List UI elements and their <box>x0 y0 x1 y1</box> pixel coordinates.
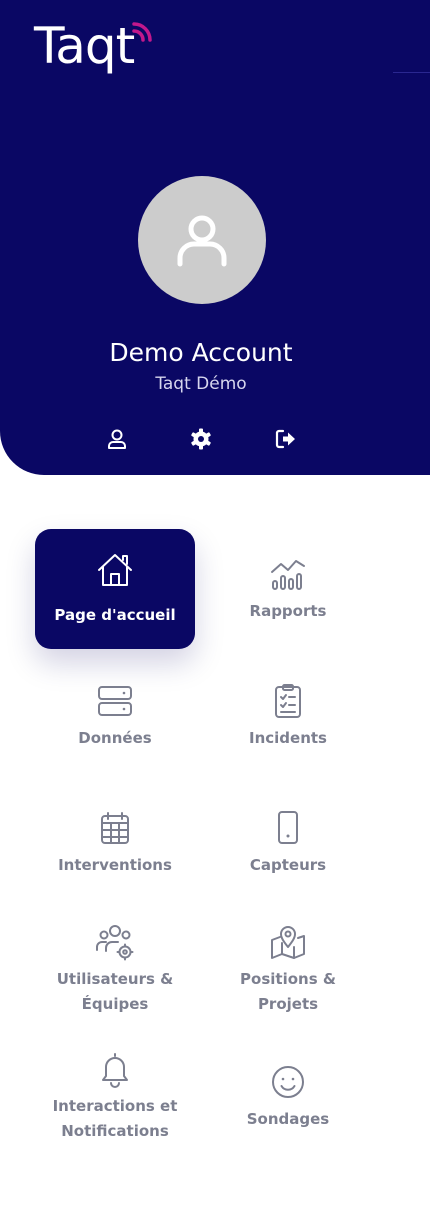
profile-button[interactable] <box>105 427 129 451</box>
settings-button[interactable] <box>189 427 213 451</box>
calendar-icon <box>96 809 134 847</box>
menu-item-notifications[interactable]: Interactions et Notifications <box>35 1037 195 1157</box>
menu-item-label: Interventions <box>58 855 172 874</box>
menu-item-users-teams[interactable]: Utilisateurs & Équipes <box>35 910 195 1030</box>
logout-icon <box>275 429 295 449</box>
taqt-logo[interactable]: Taqt <box>34 16 135 76</box>
device-icon <box>269 809 307 847</box>
menu-item-incidents[interactable]: Incidents <box>208 656 368 776</box>
menu-item-label: Incidents <box>249 728 327 747</box>
menu-item-label: Utilisateurs & Équipes <box>56 970 174 1013</box>
menu-item-label: Rapports <box>249 601 327 620</box>
database-icon <box>96 682 134 720</box>
menu-item-positions-projects[interactable]: Positions & Projets <box>208 910 368 1030</box>
profile-header: Taqt Demo Account Taqt Démo <box>0 0 430 475</box>
gear-icon <box>191 428 211 450</box>
menu-item-data[interactable]: Données <box>35 656 195 776</box>
menu-item-label: Positions & Projets <box>240 970 336 1013</box>
menu-item-home[interactable]: Page d'accueil <box>35 529 195 649</box>
chart-icon <box>269 555 307 593</box>
logout-button[interactable] <box>274 427 298 451</box>
menu-item-label: Données <box>78 728 152 747</box>
menu-item-surveys[interactable]: Sondages <box>208 1037 368 1157</box>
avatar[interactable] <box>138 176 266 304</box>
menu-item-reports[interactable]: Rapports <box>208 529 368 649</box>
logo-wave-icon <box>132 22 152 42</box>
menu-item-label: Page d'accueil <box>54 605 176 624</box>
menu-item-label: Sondages <box>246 1109 330 1128</box>
user-organization: Taqt Démo <box>155 374 247 394</box>
menu-item-label: Capteurs <box>249 855 327 874</box>
menu-item-interventions[interactable]: Interventions <box>35 783 195 903</box>
home-icon <box>96 551 134 589</box>
menu-item-sensors[interactable]: Capteurs <box>208 783 368 903</box>
bell-icon <box>96 1050 134 1088</box>
avatar-person-icon <box>177 215 227 267</box>
user-name: Demo Account <box>109 338 293 367</box>
menu-item-label: Interactions et Notifications <box>52 1097 178 1140</box>
logo-text: Taqt <box>34 17 135 75</box>
header-divider <box>393 72 430 73</box>
smiley-icon <box>269 1063 307 1101</box>
clipboard-icon <box>269 682 307 720</box>
user-icon <box>108 429 126 449</box>
map-pin-icon <box>269 923 307 961</box>
users-gear-icon <box>96 923 134 961</box>
